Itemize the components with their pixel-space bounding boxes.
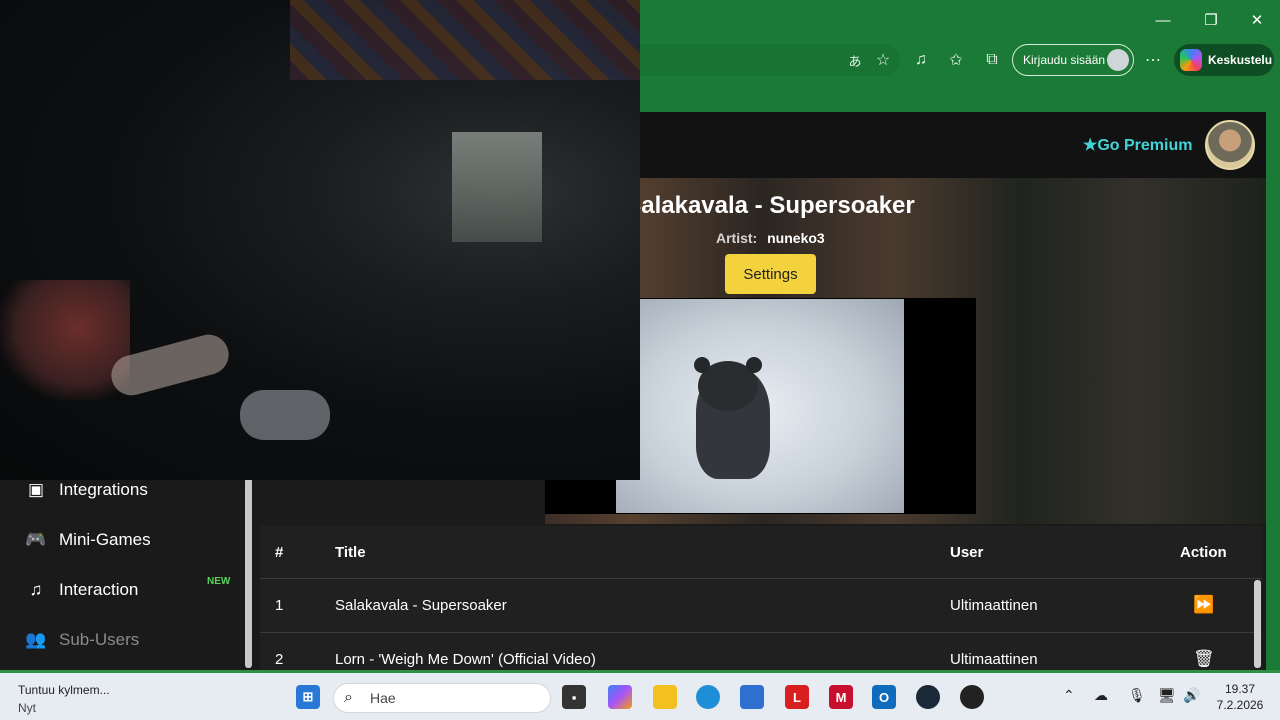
weather-sub: Nyt <box>18 701 36 715</box>
webcam-person-image <box>0 280 130 400</box>
artist-label: Artist: <box>716 230 758 246</box>
webcam-window-image <box>452 132 542 242</box>
sidebar-item-mini-games[interactable]: 🎮 Mini-Games <box>25 525 151 555</box>
new-badge: NEW <box>207 576 231 587</box>
copilot-taskbar-icon[interactable] <box>608 685 632 709</box>
artist-line: Artist: nuneko3 <box>716 230 825 246</box>
mcafee-icon[interactable]: M <box>829 685 853 709</box>
lastpass-icon[interactable]: L <box>785 685 809 709</box>
bear-ear-image <box>694 357 710 373</box>
music-note-icon: ♫ <box>29 580 43 599</box>
settings-button[interactable]: Settings <box>725 254 816 294</box>
row-user: Ultimaattinen <box>950 651 1038 668</box>
webcam-tapestry-image <box>290 0 640 80</box>
tray-chevron-icon[interactable]: ⌃ <box>1063 687 1075 704</box>
network-icon[interactable]: 🖥 <box>1158 687 1176 704</box>
profile-avatar-icon <box>1107 49 1129 71</box>
outlook-icon[interactable]: O <box>872 685 896 709</box>
user-avatar[interactable] <box>1205 120 1255 170</box>
microphone-icon[interactable]: 🎙 <box>1128 687 1146 704</box>
sidebar-item-label: Sub-Users <box>59 630 140 649</box>
row-user: Ultimaattinen <box>950 597 1038 614</box>
restore-button[interactable]: ❐ <box>1196 8 1226 32</box>
sidebar-item-label: Interaction <box>59 580 139 599</box>
users-icon: 👥 <box>25 630 47 649</box>
row-title: Lorn - 'Weigh Me Down' (Official Video) <box>335 651 596 668</box>
system-clock[interactable]: 19.37 7.2.2026 <box>1210 681 1270 713</box>
webcam-overlay <box>0 0 640 480</box>
column-header-title: Title <box>335 544 366 561</box>
trash-icon[interactable]: 🗑 <box>1193 649 1215 669</box>
start-button-icon[interactable]: ⊞ <box>296 685 320 709</box>
obs-icon[interactable] <box>960 685 984 709</box>
table-scrollbar[interactable] <box>1254 580 1261 668</box>
go-premium-link[interactable]: ★Go Premium <box>1083 135 1192 155</box>
clock-date: 7.2.2026 <box>1216 698 1264 712</box>
steam-icon[interactable] <box>916 685 940 709</box>
weather-title: Tuntuu kylmem... <box>18 683 110 697</box>
search-icon: ⌕ <box>344 689 353 706</box>
signin-button[interactable]: Kirjaudu sisään <box>1012 44 1134 76</box>
sidebar-item-label: Integrations <box>59 480 148 499</box>
more-menu-icon[interactable]: ⋯ <box>1140 47 1166 73</box>
collections-icon[interactable]: ⧉ <box>979 47 1005 73</box>
discord-icon: ▣ <box>27 480 45 499</box>
signin-label: Kirjaudu sisään <box>1023 53 1106 67</box>
column-header-number: # <box>275 544 284 561</box>
video-frame <box>616 299 904 513</box>
task-view-icon[interactable]: ▪ <box>562 685 586 709</box>
column-header-user: User <box>950 544 984 561</box>
copilot-label: Keskustelu <box>1208 53 1273 67</box>
row-number: 1 <box>275 597 284 614</box>
clock-time: 19.37 <box>1224 682 1256 696</box>
close-button[interactable]: ✕ <box>1242 8 1272 32</box>
sidebar-item-sub-users[interactable]: 👥 Sub-Users <box>25 625 139 655</box>
sidebar-scrollbar[interactable] <box>245 478 252 668</box>
file-explorer-icon[interactable] <box>653 685 677 709</box>
search-placeholder: Hae <box>370 690 396 706</box>
volume-icon[interactable]: 🔊 <box>1183 687 1200 704</box>
taskbar-search[interactable]: ⌕ Hae <box>333 683 551 713</box>
sidebar-item-label: Mini-Games <box>59 530 151 549</box>
gamepad-icon: 🎮 <box>25 530 47 549</box>
skip-icon[interactable]: ⏩ <box>1193 595 1214 615</box>
artist-name: nuneko3 <box>767 230 825 246</box>
table-row: 1 Salakavala - Supersoaker Ultimaattinen… <box>260 578 1262 632</box>
media-control-icon[interactable]: ♫ <box>908 47 934 73</box>
copilot-button[interactable]: Keskustelu <box>1174 44 1274 76</box>
weather-widget[interactable]: Tuntuu kylmem... Nyt <box>18 683 110 715</box>
row-number: 2 <box>275 651 284 668</box>
column-header-action: Action <box>1180 544 1227 561</box>
minimize-button[interactable]: — <box>1148 8 1178 32</box>
taskbar: Tuntuu kylmem... Nyt ⊞ ⌕ Hae ▪ L M O ⌃ ☁… <box>0 670 1280 720</box>
store-icon[interactable] <box>740 685 764 709</box>
bear-ear-image <box>746 357 762 373</box>
screen: — ❐ ✕ あ ☆ ♫ ✩ ⧉ Kirjaudu sisään ⋯ Keskus… <box>0 0 1280 720</box>
favorite-star-icon[interactable]: ☆ <box>870 47 896 73</box>
sidebar-item-interaction[interactable]: ♫ Interaction <box>25 575 139 605</box>
edge-browser-icon[interactable] <box>696 685 720 709</box>
copilot-icon <box>1180 49 1202 71</box>
queue-table: # Title User Action 1 Salakavala - Super… <box>260 526 1262 670</box>
webcam-pillow-image <box>240 390 330 440</box>
translate-icon[interactable]: あ <box>842 47 868 73</box>
row-title: Salakavala - Supersoaker <box>335 597 507 614</box>
onedrive-icon[interactable]: ☁ <box>1094 687 1108 704</box>
favorites-icon[interactable]: ✩ <box>943 47 969 73</box>
